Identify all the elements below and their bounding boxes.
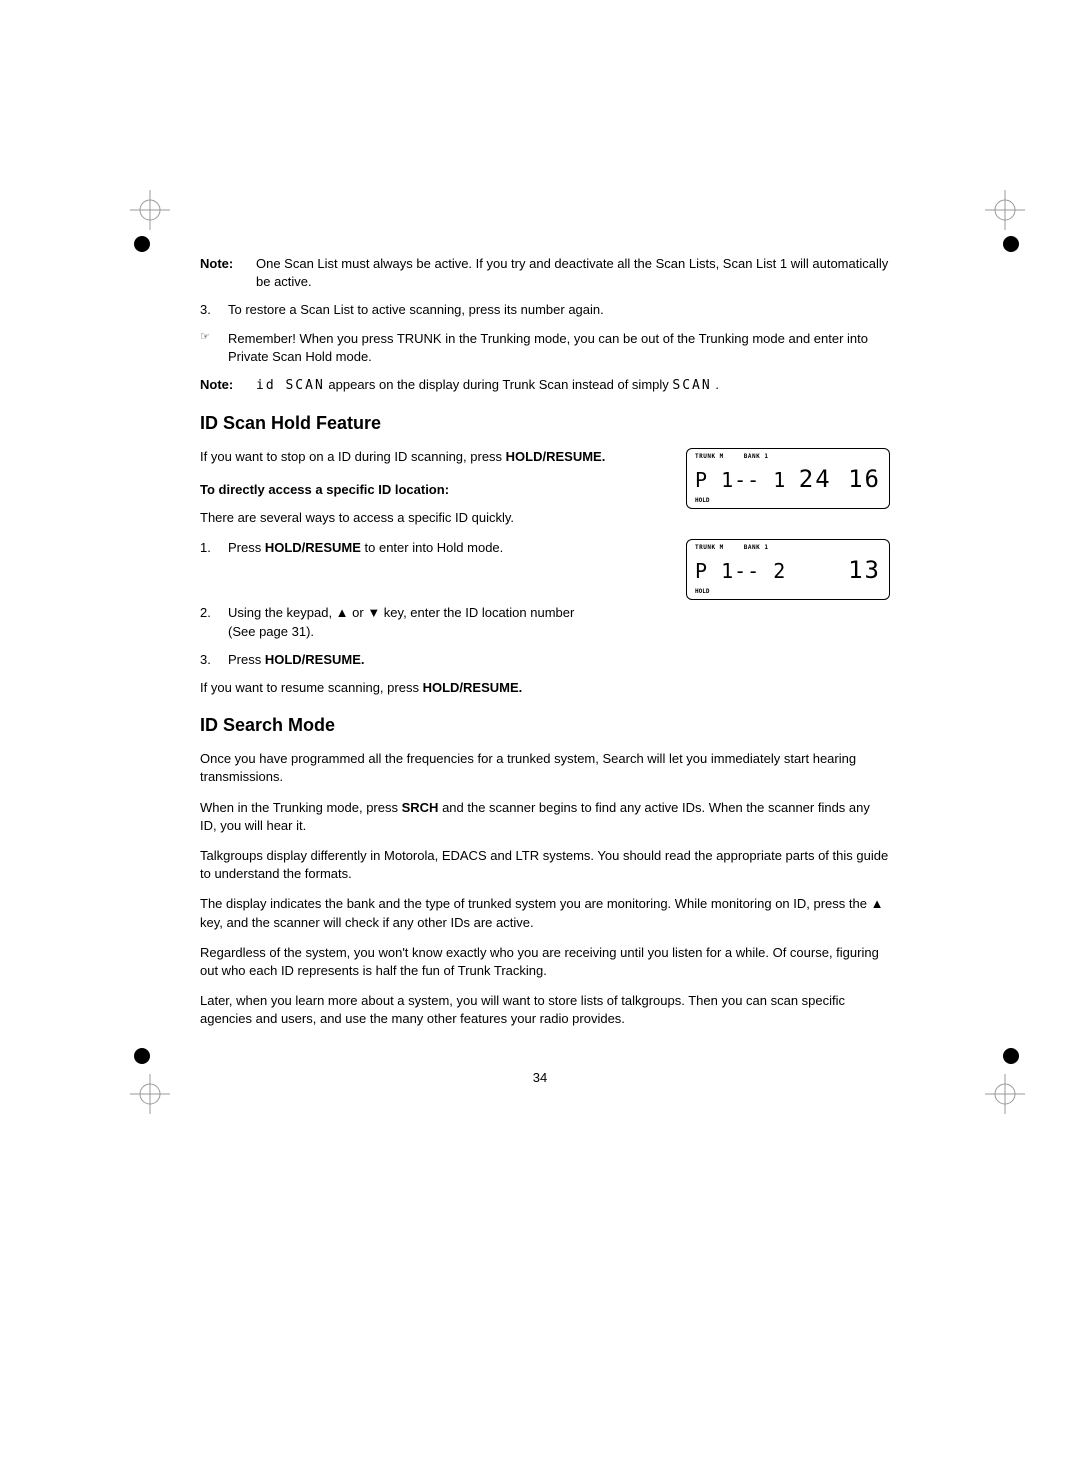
lcd-display: TRUNK MBANK 1 P 1-- 1 24 16 HOLD: [686, 448, 890, 509]
registration-dot: [1003, 1048, 1019, 1064]
list-number: 3.: [200, 301, 228, 319]
list-item: 2. Using the keypad, ▲ or ▼ key, enter t…: [200, 604, 890, 640]
list-text: To restore a Scan List to active scannin…: [228, 301, 890, 319]
lcd-main-left: P 1-- 2: [695, 557, 786, 585]
paragraph: Talkgroups display differently in Motoro…: [200, 847, 890, 883]
paragraph: Regardless of the system, you won't know…: [200, 944, 890, 980]
lcd-bottom: HOLD: [695, 588, 709, 596]
lcd-main-right: 13: [848, 554, 881, 588]
list-item: 1. Press HOLD/RESUME to enter into Hold …: [200, 539, 666, 557]
note-label: Note:: [200, 376, 256, 395]
list-text: Press HOLD/RESUME to enter into Hold mod…: [228, 539, 666, 557]
registration-dot: [134, 236, 150, 252]
note-text: One Scan List must always be active. If …: [256, 255, 890, 291]
note-block: Note: One Scan List must always be activ…: [200, 255, 890, 291]
list-item: 3. To restore a Scan List to active scan…: [200, 301, 890, 319]
segment-text: SCAN: [672, 378, 711, 393]
segment-text: id SCAN: [256, 378, 325, 393]
paragraph: If you want to resume scanning, press HO…: [200, 679, 890, 697]
paragraph: The display indicates the bank and the t…: [200, 895, 890, 931]
paragraph: Later, when you learn more about a syste…: [200, 992, 890, 1028]
paragraph: There are several ways to access a speci…: [200, 509, 666, 527]
paragraph: When in the Trunking mode, press SRCH an…: [200, 799, 890, 835]
list-text: Using the keypad, ▲ or ▼ key, enter the …: [228, 604, 598, 640]
note-block: Note: id SCAN appears on the display dur…: [200, 376, 890, 395]
registration-dot: [134, 1048, 150, 1064]
crop-mark-tr: [985, 190, 1025, 230]
row-with-display: If you want to stop on a ID during ID sc…: [200, 448, 890, 600]
note-text: id SCAN appears on the display during Tr…: [256, 376, 890, 395]
crop-mark-tl: [130, 190, 170, 230]
list-number: 3.: [200, 651, 228, 669]
list-number: 2.: [200, 604, 228, 640]
note-end: .: [712, 377, 719, 392]
sub-heading: To directly access a specific ID locatio…: [200, 481, 666, 499]
note-mid: appears on the display during Trunk Scan…: [325, 377, 673, 392]
lcd-main-left: P 1-- 1: [695, 466, 786, 494]
lcd-display: TRUNK MBANK 1 P 1-- 2 13 HOLD: [686, 539, 890, 600]
registration-dot: [1003, 236, 1019, 252]
section-heading: ID Scan Hold Feature: [200, 411, 890, 436]
remember-text: Remember! When you press TRUNK in the Tr…: [228, 330, 890, 366]
lcd-main-right: 24 16: [799, 463, 881, 497]
list-item: 3. Press HOLD/RESUME.: [200, 651, 890, 669]
page-number: 34: [0, 1070, 1080, 1085]
lcd-top-row: TRUNK MBANK 1: [695, 544, 881, 552]
section-heading: ID Search Mode: [200, 713, 890, 738]
page-content: Note: One Scan List must always be activ…: [200, 255, 890, 1041]
list-number: 1.: [200, 539, 228, 557]
paragraph: If you want to stop on a ID during ID sc…: [200, 448, 666, 466]
remember-block: ☞ Remember! When you press TRUNK in the …: [200, 330, 890, 366]
list-text: Press HOLD/RESUME.: [228, 651, 890, 669]
lcd-bottom: HOLD: [695, 497, 709, 505]
lcd-top-row: TRUNK MBANK 1: [695, 453, 881, 461]
pointer-icon: ☞: [200, 330, 228, 366]
paragraph: Once you have programmed all the frequen…: [200, 750, 890, 786]
note-label: Note:: [200, 255, 256, 291]
